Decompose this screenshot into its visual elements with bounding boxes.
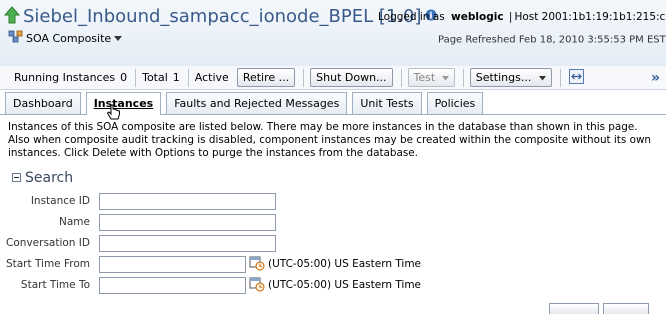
tab-faults[interactable]: Faults and Rejected Messages: [166, 92, 348, 114]
divider: |: [508, 11, 513, 23]
toolbar-divider: [135, 68, 137, 87]
user-name: weblogic: [451, 11, 504, 23]
settings-button-label: Settings...: [475, 71, 532, 84]
page-header: Siebel_Inbound_sampacc_ionode_BPEL [1.0]…: [0, 0, 666, 66]
tab-instances[interactable]: Instances: [85, 92, 162, 115]
running-instances-count: 0: [120, 71, 128, 84]
shutdown-button[interactable]: Shut Down...: [310, 68, 393, 87]
toolbar-divider: [303, 68, 305, 87]
test-button[interactable]: Test: [407, 68, 455, 87]
total-count: 1: [172, 71, 180, 84]
instance-id-row: Instance ID: [0, 192, 276, 210]
conversation-id-label: Conversation ID: [6, 237, 90, 249]
conversation-id-row: Conversation ID: [0, 234, 276, 252]
name-label: Name: [59, 216, 90, 228]
start-time-to-row: Start Time To (UTC-05:00) US Eastern Tim…: [0, 276, 421, 294]
running-instances-label: Running Instances: [14, 71, 116, 84]
page-title: Siebel_Inbound_sampacc_ionode_BPEL [1.0]: [23, 6, 422, 27]
expand-icon[interactable]: [568, 68, 584, 87]
calendar-icon[interactable]: [249, 255, 265, 274]
settings-button[interactable]: Settings...: [469, 68, 552, 87]
chevron-down-icon: [538, 71, 546, 84]
start-time-from-row: Start Time From (UTC-05:00) US Eastern T…: [0, 255, 421, 273]
refresh-time: Page Refreshed Feb 18, 2010 3:55:53 PM E…: [438, 34, 666, 46]
collapse-icon[interactable]: [12, 172, 21, 185]
start-time-from-label: Start Time From: [5, 258, 90, 270]
test-button-label: Test: [413, 71, 436, 84]
more-icon[interactable]: »: [651, 70, 660, 86]
toolbar-divider: [187, 68, 189, 87]
conversation-id-input[interactable]: [99, 234, 276, 252]
toolbar-divider: [400, 68, 402, 87]
instances-description: Instances of this SOA composite are list…: [8, 121, 652, 159]
tab-unit-tests[interactable]: Unit Tests: [352, 92, 422, 114]
tab-bar: Dashboard Instances Faults and Rejected …: [0, 90, 666, 115]
host-info: Host 2001:1b1:19:1b1:215:c5ff:fe: [514, 11, 666, 23]
timezone-label: (UTC-05:00) US Eastern Time: [268, 279, 422, 291]
composite-toolbar: Running Instances 0 Total 1 Active Retir…: [0, 66, 666, 90]
status-up-icon: [3, 6, 21, 27]
composite-menu-label: SOA Composite: [26, 31, 112, 45]
start-time-from-input[interactable]: [99, 255, 246, 273]
chevron-down-icon: [441, 71, 449, 84]
tab-dashboard[interactable]: Dashboard: [5, 92, 81, 114]
chevron-down-icon: [114, 32, 123, 45]
tab-policies[interactable]: Policies: [426, 92, 484, 114]
total-label: Total: [142, 71, 168, 84]
composite-icon: [8, 30, 23, 46]
search-section-header[interactable]: Search: [12, 170, 73, 186]
instance-id-label: Instance ID: [30, 195, 90, 207]
login-prefix: Logged in as: [378, 11, 445, 23]
active-status: Active: [194, 71, 229, 84]
start-time-to-input[interactable]: [99, 276, 246, 294]
name-row: Name: [0, 213, 276, 231]
retire-button[interactable]: Retire ...: [236, 68, 296, 87]
toolbar-divider: [462, 68, 464, 87]
timezone-label: (UTC-05:00) US Eastern Time: [268, 258, 422, 270]
start-time-to-label: Start Time To: [20, 279, 90, 291]
toolbar-divider: [559, 68, 561, 87]
name-input[interactable]: [99, 213, 276, 231]
search-title: Search: [25, 170, 74, 186]
composite-menu[interactable]: SOA Composite: [8, 30, 123, 46]
title-row: Siebel_Inbound_sampacc_ionode_BPEL [1.0]…: [3, 6, 437, 27]
login-info: Logged in as weblogic | Host 2001:1b1:19:…: [378, 11, 666, 23]
calendar-icon[interactable]: [249, 276, 265, 295]
instance-id-input[interactable]: [99, 192, 276, 210]
refresh-info: Page Refreshed Feb 18, 2010 3:55:53 PM E…: [438, 31, 666, 48]
